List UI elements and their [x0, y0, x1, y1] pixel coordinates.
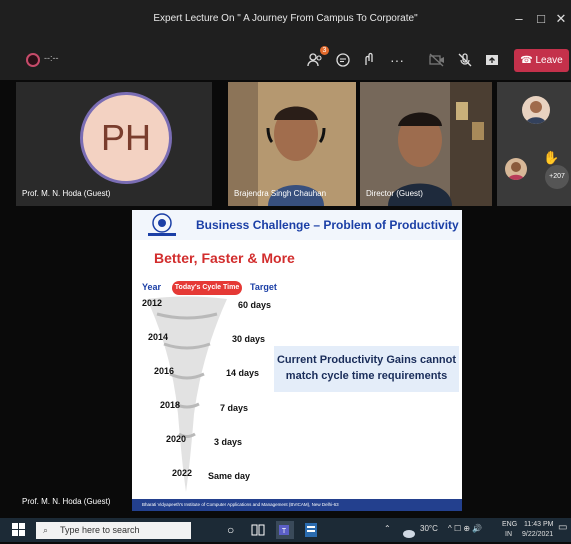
- cycle-time-arrow: Today's Cycle Time: [172, 281, 242, 295]
- taskbar-search[interactable]: ⌕ Type here to search: [36, 522, 191, 539]
- teams-taskbar-icon[interactable]: T: [276, 521, 294, 539]
- shared-slide: Business Challenge – Problem of Producti…: [132, 210, 462, 511]
- app-taskbar-icon[interactable]: [304, 522, 318, 543]
- participant-name: Director (Guest): [366, 189, 423, 198]
- year-label: Year: [142, 282, 162, 292]
- overflow-count[interactable]: +207: [545, 165, 569, 189]
- year-value: 2020: [166, 434, 187, 444]
- minimize-button[interactable]: –: [510, 10, 528, 28]
- year-value: 2016: [154, 366, 175, 376]
- slide-footer: Bharati Vidyapeeth's Institute of Comput…: [132, 499, 462, 511]
- chevron-up-icon[interactable]: ⌃: [384, 524, 391, 533]
- clock-time[interactable]: 11:43 PM: [524, 521, 553, 528]
- camera-off-icon[interactable]: [428, 51, 446, 69]
- days-value: 60 days: [238, 300, 272, 310]
- slide-subtitle: Better, Faster & More: [154, 250, 295, 266]
- recording-icon: [26, 53, 40, 67]
- task-view-icon[interactable]: [251, 523, 265, 542]
- participant-video: [360, 82, 492, 206]
- slide-callout: Current Productivity Gains cannot match …: [274, 346, 459, 392]
- participant-tile-director[interactable]: Director (Guest): [360, 82, 492, 206]
- days-value: 14 days: [226, 368, 260, 378]
- participant-video: [228, 82, 356, 206]
- days-value: 7 days: [220, 403, 249, 413]
- phone-icon: ☎: [520, 55, 536, 66]
- region-label: IN: [505, 531, 512, 538]
- cortana-icon[interactable]: ○: [227, 523, 234, 537]
- search-placeholder: Type here to search: [60, 525, 140, 535]
- notification-icon[interactable]: ▭: [558, 522, 567, 533]
- college-logo: [148, 213, 176, 236]
- meeting-timer: --:--: [44, 53, 59, 63]
- days-value: 30 days: [232, 334, 266, 344]
- avatar: [505, 158, 527, 180]
- presenter-name: Prof. M. N. Hoda (Guest): [22, 497, 111, 506]
- year-value: 2014: [148, 332, 169, 342]
- temperature: 30°C: [420, 524, 438, 533]
- slide-header: Business Challenge – Problem of Producti…: [132, 210, 462, 240]
- participant-name: Prof. M. N. Hoda (Guest): [22, 189, 111, 198]
- weather-icon: [402, 525, 416, 543]
- maximize-button[interactable]: □: [532, 10, 550, 28]
- participants-badge: 3: [320, 46, 329, 55]
- chat-icon[interactable]: [334, 51, 352, 69]
- tornado-graphic: [147, 296, 227, 492]
- year-value: 2012: [142, 298, 163, 308]
- close-button[interactable]: ✕: [552, 10, 570, 28]
- network-icon[interactable]: ^ ☐ ⊕ 🔊: [448, 524, 482, 533]
- year-value: 2018: [160, 400, 181, 410]
- reactions-icon[interactable]: [360, 51, 378, 69]
- target-label: Target: [250, 282, 277, 292]
- year-value: 2022: [172, 468, 193, 478]
- raised-hand-icon: ✋: [543, 150, 560, 165]
- days-value: 3 days: [214, 437, 243, 447]
- mic-off-icon[interactable]: [456, 51, 474, 69]
- avatar: [522, 96, 550, 124]
- participant-strip[interactable]: ✋ +207: [497, 82, 571, 206]
- participant-name: Brajendra Singh Chauhan: [234, 189, 327, 198]
- leave-button[interactable]: ☎ Leave: [514, 49, 569, 72]
- avatar: PH: [80, 92, 172, 184]
- leave-label: Leave: [535, 55, 563, 66]
- svg-text:T: T: [282, 528, 287, 535]
- more-icon[interactable]: ···: [388, 51, 406, 69]
- days-value: Same day: [208, 471, 251, 481]
- language-label[interactable]: ENG: [502, 521, 517, 528]
- search-icon: ⌕: [43, 525, 49, 535]
- slide-title: Business Challenge – Problem of Producti…: [196, 218, 459, 232]
- windows-start-icon[interactable]: [12, 523, 26, 542]
- title-bar: Expert Lecture On " A Journey From Campu…: [0, 0, 571, 40]
- participant-tile-brajendra[interactable]: Brajendra Singh Chauhan: [228, 82, 356, 206]
- clock-date: 9/22/2021: [522, 531, 554, 538]
- share-icon[interactable]: [483, 51, 501, 69]
- window-title: Expert Lecture On " A Journey From Campu…: [153, 13, 418, 24]
